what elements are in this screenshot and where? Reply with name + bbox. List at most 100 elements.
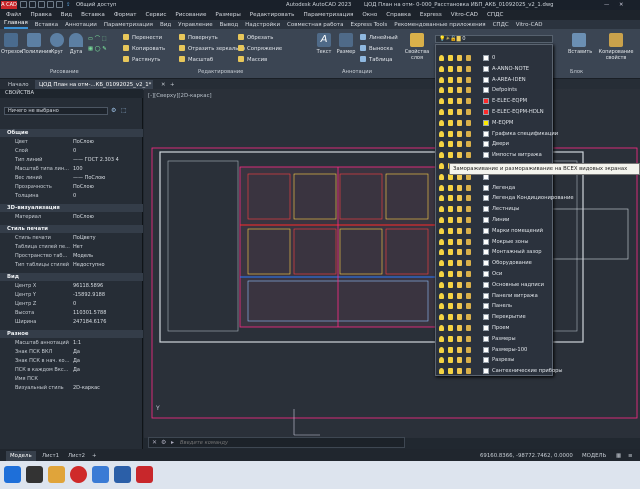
properties-section[interactable]: Вид — [0, 273, 143, 281]
layer-row[interactable]: A-ANNO-NOTE — [436, 64, 552, 75]
viewport-freeze-icon[interactable] — [466, 368, 471, 375]
properties-section[interactable]: Общие — [0, 129, 143, 137]
layer-color-swatch[interactable] — [483, 325, 489, 331]
on-off-icon[interactable] — [439, 141, 444, 148]
layer-row[interactable]: Перекрытие — [436, 312, 552, 323]
lock-icon[interactable] — [457, 260, 462, 267]
circle-tool[interactable]: Круг — [48, 33, 66, 55]
on-off-icon[interactable] — [439, 130, 444, 137]
property-row[interactable]: Центр Y -15892.9188 — [0, 291, 143, 299]
freeze-icon[interactable] — [448, 109, 453, 115]
layer-color-swatch[interactable] — [483, 109, 489, 115]
viewport-freeze-icon[interactable] — [466, 227, 471, 234]
on-off-icon[interactable] — [439, 335, 444, 342]
lock-icon[interactable] — [457, 368, 462, 375]
menu-format[interactable]: Формат — [114, 12, 137, 18]
layer-dropdown[interactable]: 💡☀🔓▇ 0 — [435, 35, 553, 43]
leader-button[interactable]: Выноска — [360, 45, 393, 52]
lock-icon[interactable] — [457, 130, 462, 137]
viewport-freeze-icon[interactable] — [466, 357, 471, 364]
lock-icon[interactable] — [457, 87, 462, 94]
menu-spds[interactable]: СПДС — [487, 12, 503, 18]
property-value[interactable]: 110301.5788 — [73, 309, 141, 317]
layer-row[interactable]: Панели витража — [436, 291, 552, 302]
property-row[interactable]: ПСК в каждом Вкс... Да — [0, 366, 143, 374]
freeze-icon[interactable] — [448, 346, 453, 353]
tab-spds[interactable]: СПДС — [493, 22, 509, 28]
drawing-viewport[interactable]: [-][Сверху][2D-каркас] Y — [144, 89, 640, 438]
property-value[interactable]: 0 — [73, 300, 141, 308]
tab-addins[interactable]: Надстройки — [245, 22, 280, 28]
tab-insert[interactable]: Вставка — [35, 22, 58, 28]
property-value[interactable]: 1:1 — [73, 339, 141, 347]
viewport-freeze-icon[interactable] — [466, 55, 471, 61]
viewport-freeze-icon[interactable] — [466, 76, 471, 83]
mirror-button[interactable]: Отразить зеркально — [179, 45, 245, 52]
lock-icon[interactable] — [457, 357, 462, 364]
tab-layout1[interactable]: Лист1 — [38, 451, 63, 461]
viewport-freeze-icon[interactable] — [466, 152, 471, 159]
property-row[interactable]: Высота 110301.5788 — [0, 309, 143, 317]
panel-title-block[interactable]: Блок — [570, 69, 583, 75]
undo-icon[interactable] — [47, 1, 54, 8]
viewport-freeze-icon[interactable] — [466, 195, 471, 202]
menu-help[interactable]: Справка — [386, 12, 411, 18]
on-off-icon[interactable] — [439, 292, 444, 299]
property-value[interactable]: Да — [73, 366, 141, 374]
on-off-icon[interactable] — [439, 346, 444, 353]
layer-color-swatch[interactable] — [483, 98, 489, 105]
insert-block-tool[interactable]: Вставить — [568, 33, 592, 55]
array-button[interactable]: Массив — [238, 56, 267, 63]
menu-modify[interactable]: Редактировать — [250, 12, 295, 18]
model-space-toggle[interactable]: МОДЕЛЬ — [578, 451, 610, 461]
open-file-icon[interactable] — [29, 1, 36, 8]
draw-hatch-icon[interactable]: ▦ ◯ ✎ — [88, 46, 107, 52]
quick-select-icon[interactable]: ⚙ — [111, 107, 116, 114]
property-row[interactable]: Цвет ПоСлою — [0, 138, 143, 146]
layer-row[interactable]: Оборудование — [436, 258, 552, 269]
on-off-icon[interactable] — [439, 55, 444, 61]
lock-icon[interactable] — [457, 314, 462, 321]
on-off-icon[interactable] — [439, 271, 444, 277]
property-value[interactable]: ПоСлою — [73, 138, 141, 146]
freeze-icon[interactable] — [448, 130, 453, 137]
properties-header[interactable]: СВОЙСТВА — [0, 89, 143, 98]
lock-icon[interactable] — [457, 195, 462, 202]
viewport-freeze-icon[interactable] — [466, 98, 471, 105]
explorer-icon[interactable] — [48, 466, 65, 483]
freeze-icon[interactable] — [448, 368, 453, 375]
property-value[interactable]: —— ГОСТ 2.303 4 — [73, 156, 141, 164]
layer-color-swatch[interactable] — [483, 65, 489, 72]
panel-title-draw[interactable]: Рисование — [50, 69, 79, 75]
layer-row[interactable]: Марки помещений — [436, 226, 552, 237]
layer-row[interactable]: Легенда Кондиционирование — [436, 193, 574, 204]
freeze-icon[interactable] — [448, 76, 453, 83]
lock-icon[interactable] — [457, 281, 462, 288]
close-button[interactable]: ✕ — [619, 1, 623, 9]
freeze-icon[interactable] — [448, 357, 453, 364]
menu-file[interactable]: Файл — [6, 12, 21, 18]
freeze-icon[interactable] — [448, 335, 453, 342]
viewport-freeze-icon[interactable] — [466, 249, 471, 256]
layer-color-swatch[interactable] — [483, 271, 489, 277]
lock-icon[interactable] — [457, 119, 462, 126]
layer-color-swatch[interactable] — [483, 152, 489, 159]
layer-color-swatch[interactable] — [483, 217, 489, 223]
property-value[interactable]: Недоступно — [73, 261, 141, 269]
viewport-freeze-icon[interactable] — [466, 260, 471, 267]
menu-express[interactable]: Express — [420, 12, 442, 18]
lock-icon[interactable] — [457, 206, 462, 213]
layer-row[interactable]: Графика спецификации — [436, 129, 558, 140]
menu-draw[interactable]: Рисование — [175, 12, 206, 18]
layer-row[interactable]: Двери — [436, 139, 552, 150]
arc-tool[interactable]: Дуга — [67, 33, 85, 55]
property-value[interactable]: 100 — [73, 165, 141, 173]
tab-parametric[interactable]: Параметризация — [104, 22, 153, 28]
property-row[interactable]: Слой 0 — [0, 147, 143, 155]
on-off-icon[interactable] — [439, 357, 444, 364]
property-value[interactable]: Нет — [73, 243, 141, 251]
on-off-icon[interactable] — [439, 281, 444, 288]
tab-annotate[interactable]: Аннотации — [65, 22, 97, 28]
menu-dimension[interactable]: Размеры — [215, 12, 240, 18]
layer-row[interactable]: Основные надписи — [436, 280, 552, 291]
